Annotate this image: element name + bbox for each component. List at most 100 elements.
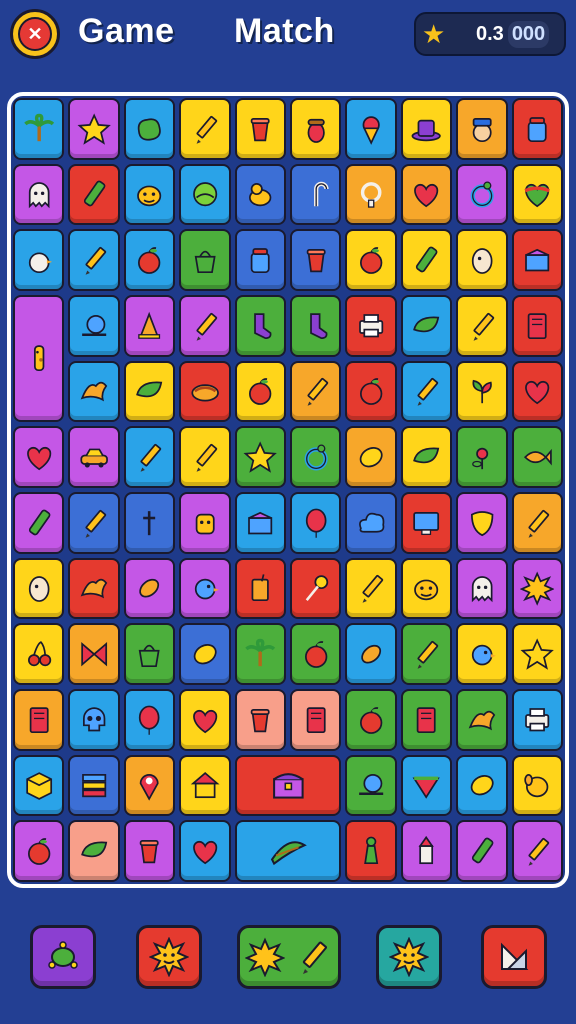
tile-printer[interactable] xyxy=(345,295,397,357)
tile-pencil[interactable] xyxy=(400,360,453,423)
tile-crayon[interactable] xyxy=(400,229,453,291)
tile-apple[interactable] xyxy=(345,689,397,751)
tile-duck[interactable] xyxy=(234,163,286,226)
tile-shield[interactable] xyxy=(456,492,508,554)
tile-ghost[interactable] xyxy=(13,163,65,226)
tile-seed[interactable] xyxy=(345,623,397,685)
tile-palm-tree[interactable] xyxy=(234,623,286,685)
turtle-button[interactable] xyxy=(30,925,96,989)
tile-car[interactable] xyxy=(68,426,120,488)
tile-chest[interactable] xyxy=(234,754,342,817)
tile-dragon[interactable] xyxy=(456,689,508,751)
tile-snail[interactable] xyxy=(345,754,397,817)
tile-jar[interactable] xyxy=(511,98,563,160)
tile-lemon[interactable] xyxy=(456,754,508,817)
tile-monitor[interactable] xyxy=(400,492,453,554)
tile-cone[interactable] xyxy=(123,295,176,357)
tile-sock[interactable] xyxy=(234,295,286,357)
tile-jar[interactable] xyxy=(234,229,286,291)
tile-heart[interactable] xyxy=(511,360,563,423)
tile-pencil[interactable] xyxy=(179,295,231,357)
tile-bow[interactable] xyxy=(68,623,120,685)
tile-star[interactable] xyxy=(68,98,120,160)
tile-sock[interactable] xyxy=(290,295,342,357)
tile-dragon[interactable] xyxy=(68,557,120,620)
tile-stack[interactable] xyxy=(68,754,120,817)
tile-egg[interactable] xyxy=(456,229,508,291)
tile-balloon[interactable] xyxy=(123,689,176,751)
tile-apple[interactable] xyxy=(123,229,176,291)
tile-skull[interactable] xyxy=(68,689,120,751)
tile-bag[interactable] xyxy=(123,623,176,685)
game-logo-icon[interactable]: ✕ xyxy=(10,9,60,59)
tile-heart[interactable] xyxy=(13,426,65,488)
tile-apple[interactable] xyxy=(234,360,286,423)
tile-leaf[interactable] xyxy=(400,295,453,357)
tile-gnome[interactable] xyxy=(456,98,508,160)
tile-book[interactable] xyxy=(511,295,563,357)
tile-pencil[interactable] xyxy=(400,623,453,685)
tile-monster[interactable] xyxy=(400,557,453,620)
tile-house[interactable] xyxy=(179,754,231,817)
tile-pencil[interactable] xyxy=(511,492,563,554)
tile-acorn[interactable] xyxy=(290,98,342,160)
tile-bird[interactable] xyxy=(179,557,231,620)
tile-lemon[interactable] xyxy=(345,426,397,488)
tile-dragon[interactable] xyxy=(68,360,120,423)
tile-chick[interactable] xyxy=(13,229,65,291)
tile-flower[interactable] xyxy=(456,426,508,488)
tile-bird[interactable] xyxy=(456,623,508,685)
tile-giraffe[interactable] xyxy=(13,295,65,423)
tile-pencil[interactable] xyxy=(68,229,120,291)
tile-ball[interactable] xyxy=(179,163,231,226)
tile-pencil[interactable] xyxy=(290,360,342,423)
tile-pencil[interactable] xyxy=(456,295,508,357)
tile-book[interactable] xyxy=(13,689,65,751)
tile-fish[interactable] xyxy=(511,426,563,488)
tile-pencil[interactable] xyxy=(123,426,176,488)
tile-book[interactable] xyxy=(290,689,342,751)
tile-cup[interactable] xyxy=(123,820,176,882)
tile-heart[interactable] xyxy=(179,689,231,751)
star-pencil-button[interactable] xyxy=(237,925,341,989)
tile-crayon[interactable] xyxy=(456,820,508,882)
tile-hat[interactable] xyxy=(400,98,453,160)
tile-ring[interactable] xyxy=(456,163,508,226)
tile-star[interactable] xyxy=(234,426,286,488)
sun-button[interactable] xyxy=(376,925,442,989)
tile-cross[interactable] xyxy=(123,492,176,554)
tile-palm-tree[interactable] xyxy=(13,98,65,160)
tile-snail[interactable] xyxy=(68,295,120,357)
tile-cane[interactable] xyxy=(290,163,342,226)
tile-juice[interactable] xyxy=(234,557,286,620)
tile-apple[interactable] xyxy=(290,623,342,685)
tile-leaf[interactable] xyxy=(123,360,176,423)
tile-heart[interactable] xyxy=(400,163,453,226)
tile-banana[interactable] xyxy=(234,820,342,882)
tile-pencil[interactable] xyxy=(179,98,231,160)
tile-balloon[interactable] xyxy=(290,492,342,554)
tile-egg[interactable] xyxy=(13,557,65,620)
tile-apple[interactable] xyxy=(13,820,65,882)
tile-monster[interactable] xyxy=(123,163,176,226)
tile-bag[interactable] xyxy=(179,229,231,291)
tile-pencil[interactable] xyxy=(511,820,563,882)
tile-pencil[interactable] xyxy=(179,426,231,488)
tile-cup[interactable] xyxy=(290,229,342,291)
tile-apple[interactable] xyxy=(345,360,397,423)
tile-cube[interactable] xyxy=(13,754,65,817)
tile-dog[interactable] xyxy=(511,754,563,817)
tile-box[interactable] xyxy=(234,492,286,554)
tile-pawn[interactable] xyxy=(345,820,397,882)
tile-book[interactable] xyxy=(400,689,453,751)
tile-cherries[interactable] xyxy=(13,623,65,685)
tile-leaf[interactable] xyxy=(400,426,453,488)
tile-star[interactable] xyxy=(511,623,563,685)
tile-pie[interactable] xyxy=(179,360,231,423)
tile-heart[interactable] xyxy=(179,820,231,882)
tile-sun[interactable] xyxy=(511,557,563,620)
tile-box[interactable] xyxy=(511,229,563,291)
tile-pencil[interactable] xyxy=(345,557,397,620)
tile-lollipop[interactable] xyxy=(290,557,342,620)
tile-apple[interactable] xyxy=(345,229,397,291)
